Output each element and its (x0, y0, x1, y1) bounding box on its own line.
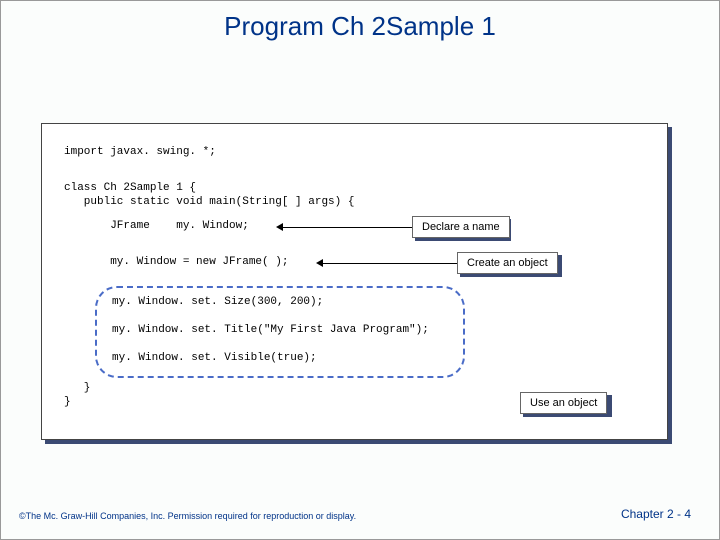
code-main-sig: public static void main(String[ ] args) … (64, 196, 354, 208)
copyright-footer: ©The Mc. Graw-Hill Companies, Inc. Permi… (19, 511, 356, 521)
arrow-create (322, 263, 457, 264)
code-brace-outer: } (64, 396, 71, 408)
slide-title: Program Ch 2Sample 1 (1, 11, 719, 42)
code-import: import javax. swing. *; (64, 146, 216, 158)
code-panel: import javax. swing. *; class Ch 2Sample… (41, 123, 668, 440)
arrow-head-declare (276, 223, 283, 231)
arrow-head-create (316, 259, 323, 267)
code-create: my. Window = new JFrame( ); (64, 256, 288, 268)
callout-declare: Declare a name (412, 216, 510, 238)
arrow-declare (282, 227, 412, 228)
code-class-open: class Ch 2Sample 1 { (64, 182, 196, 194)
callout-create: Create an object (457, 252, 558, 274)
page-footer: Chapter 2 - 4 (621, 507, 691, 521)
code-setsize: my. Window. set. Size(300, 200); (112, 296, 323, 308)
code-settitle: my. Window. set. Title("My First Java Pr… (112, 324, 429, 336)
code-setvisible: my. Window. set. Visible(true); (112, 352, 317, 364)
code-declare: JFrame my. Window; (64, 220, 249, 232)
callout-use: Use an object (520, 392, 607, 414)
code-brace-inner: } (64, 382, 90, 394)
